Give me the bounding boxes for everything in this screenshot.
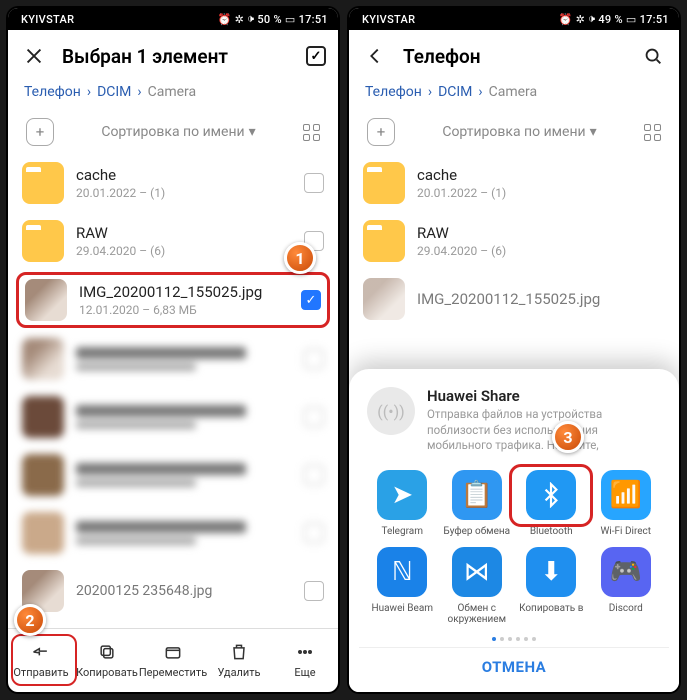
move-button[interactable]: Переместить: [143, 642, 203, 679]
breadcrumb: Телефон› DCIM› Camera: [349, 82, 679, 110]
image-thumb: [363, 278, 405, 320]
grid-view-icon[interactable]: [303, 124, 320, 141]
new-folder-button[interactable]: +: [367, 118, 395, 146]
sort-button[interactable]: Сортировка по имени▾: [54, 124, 303, 140]
statusbar: KYIVSTAR ⏰✲🕩 50 % ▭ 17:51: [8, 8, 338, 30]
share-clipboard[interactable]: 📋Буфер обмена: [441, 470, 513, 537]
list-item[interactable]: IMG_20200112_155025.jpg: [349, 270, 679, 328]
page-title: Выбран 1 элемент: [62, 45, 306, 68]
share-bluetooth[interactable]: Bluetooth: [515, 470, 587, 537]
step-badge-3: 3: [552, 421, 584, 453]
list-item[interactable]: cache 20.01.2022 – (1): [349, 154, 679, 212]
checkbox[interactable]: [304, 173, 324, 193]
folder-icon: [363, 162, 405, 204]
page-title: Телефон: [403, 45, 639, 68]
list-item-selected[interactable]: IMG_20200112_155025.jpg 12.01.2020 – 6,8…: [16, 272, 330, 328]
search-icon[interactable]: [639, 42, 667, 70]
share-huaweibeam[interactable]: ℕHuawei Beam: [366, 547, 438, 625]
new-folder-button[interactable]: +: [26, 118, 54, 146]
select-all-button[interactable]: [306, 46, 326, 66]
share-wifidirect[interactable]: 📶Wi-Fi Direct: [590, 470, 662, 537]
share-sheet: ((•)) Huawei Share Отправка файлов на ус…: [349, 369, 679, 692]
share-discord[interactable]: 🎮Discord: [590, 547, 662, 625]
folder-icon: [363, 220, 405, 262]
page-dots: [359, 625, 669, 647]
breadcrumb: Телефон › DCIM › Camera: [8, 82, 338, 110]
huawei-share-icon: ((•)): [367, 387, 415, 435]
folder-icon: [22, 220, 64, 262]
share-telegram[interactable]: ➤Telegram: [366, 470, 438, 537]
huawei-share-desc: Отправка файлов на устройства поблизости…: [427, 407, 661, 454]
list-item[interactable]: RAW 29.04.2020 – (6): [349, 212, 679, 270]
copy-button[interactable]: Копировать: [77, 642, 137, 679]
close-icon[interactable]: [20, 42, 48, 70]
step-badge-1: 1: [284, 242, 316, 274]
delete-button[interactable]: Удалить: [209, 642, 269, 679]
share-copyto[interactable]: ⬇Копировать в: [515, 547, 587, 625]
browse-header: Телефон: [349, 30, 679, 82]
sort-button[interactable]: Сортировка по имени▾: [395, 124, 644, 140]
list-item[interactable]: cache 20.01.2022 – (1): [8, 154, 338, 212]
selection-header: Выбран 1 элемент: [8, 30, 338, 82]
sort-row: + Сортировка по имени▾: [8, 110, 338, 154]
statusbar: KYIVSTAR ⏰✲🕩 49 % ▭ 17:51: [349, 8, 679, 30]
crumb-dcim[interactable]: DCIM: [97, 84, 131, 100]
crumb-current: Camera: [148, 84, 197, 100]
huawei-share-title: Huawei Share: [427, 387, 661, 405]
folder-icon: [22, 162, 64, 204]
checkbox-checked[interactable]: [301, 290, 321, 310]
step-badge-2: 2: [14, 604, 46, 636]
image-thumb: [25, 279, 67, 321]
grid-view-icon[interactable]: [644, 124, 661, 141]
sort-row: + Сортировка по имени▾: [349, 110, 679, 154]
crumb-root[interactable]: Телефон: [24, 84, 81, 100]
cancel-button[interactable]: ОТМЕНА: [359, 647, 669, 682]
more-button[interactable]: Еще: [275, 642, 335, 679]
share-nearby[interactable]: ⋈Обмен с окружением: [441, 547, 513, 625]
highlight-send: [11, 634, 77, 686]
back-icon[interactable]: [361, 42, 389, 70]
